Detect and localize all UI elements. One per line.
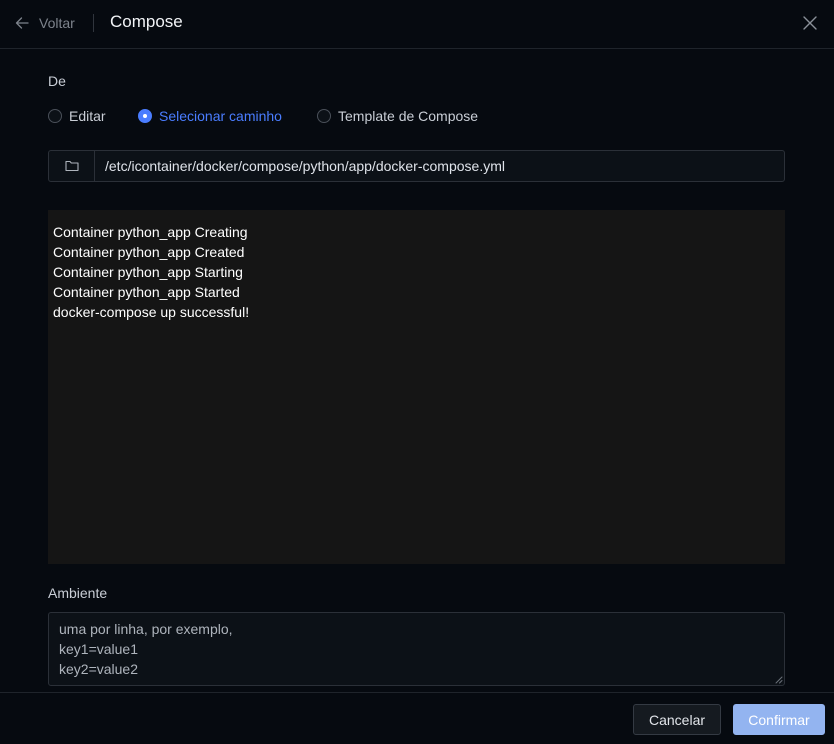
back-label: Voltar (39, 15, 75, 31)
radio-editar[interactable]: Editar (48, 107, 106, 125)
log-line: Container python_app Creating (53, 224, 248, 240)
radio-indicator (317, 109, 331, 123)
log-line: Container python_app Created (53, 244, 245, 260)
log-output: Container python_app Creating Container … (48, 210, 785, 564)
radio-label: Selecionar caminho (159, 108, 282, 124)
radio-template-compose[interactable]: Template de Compose (317, 107, 478, 125)
arrow-left-icon (15, 17, 29, 29)
path-field (48, 150, 785, 182)
dialog-header: Voltar Compose (0, 0, 834, 49)
radio-label: Editar (69, 108, 106, 124)
folder-icon (64, 160, 79, 172)
placeholder-line: key2=value2 (59, 661, 139, 677)
log-line: Container python_app Started (53, 284, 240, 300)
browse-folder-button[interactable] (49, 151, 95, 181)
path-input[interactable] (96, 151, 784, 181)
dialog-footer: Cancelar Confirmar (0, 692, 834, 744)
radio-indicator (48, 109, 62, 123)
cancel-button[interactable]: Cancelar (633, 704, 721, 735)
resize-handle-icon[interactable] (775, 676, 783, 684)
page-title: Compose (110, 12, 183, 31)
radio-label: Template de Compose (338, 108, 479, 124)
header-divider (93, 14, 94, 32)
back-button[interactable]: Voltar (15, 13, 75, 33)
placeholder-line: key1=value1 (59, 641, 139, 657)
placeholder-line: uma por linha, por exemplo, (59, 621, 233, 637)
environment-label: Ambiente (48, 585, 108, 601)
log-line: docker-compose up successful! (53, 304, 250, 320)
radio-indicator (138, 109, 152, 123)
confirm-button[interactable]: Confirmar (733, 704, 825, 735)
close-icon[interactable] (802, 15, 818, 31)
environment-textarea[interactable]: uma por linha, por exemplo, key1=value1 … (48, 612, 785, 686)
radio-selecionar-caminho[interactable]: Selecionar caminho (138, 107, 282, 125)
source-label: De (48, 73, 66, 89)
log-line: Container python_app Starting (53, 264, 243, 280)
